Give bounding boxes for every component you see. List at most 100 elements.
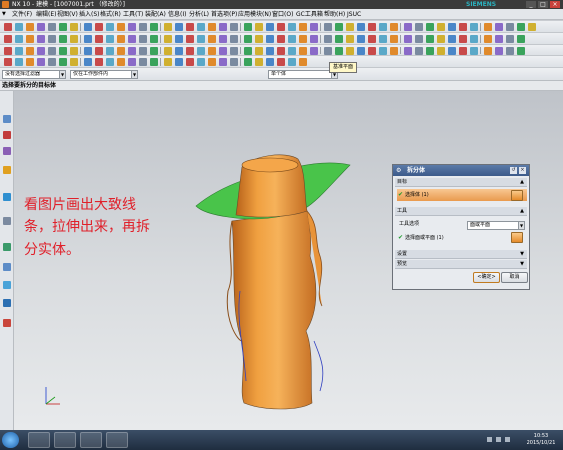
toolbar-tool-icon[interactable] <box>59 47 67 55</box>
toolbar-tool-icon[interactable] <box>95 58 103 66</box>
menu-tools[interactable]: 工具(T) <box>123 10 143 19</box>
toolbar-tool-icon[interactable] <box>357 35 365 43</box>
toolbar-tool-icon[interactable] <box>208 23 216 31</box>
toolbar-tool-icon[interactable] <box>175 23 183 31</box>
preview-section-header[interactable]: 预览 ▼ <box>395 260 527 269</box>
toolbar-tool-icon[interactable] <box>84 23 92 31</box>
toolbar-tool-icon[interactable] <box>437 23 445 31</box>
toolbar-tool-icon[interactable] <box>288 58 296 66</box>
toolbar-tool-icon[interactable] <box>506 47 514 55</box>
toolbar-tool-icon[interactable] <box>244 58 252 66</box>
toolbar-tool-icon[interactable] <box>117 58 125 66</box>
toolbar-tool-icon[interactable] <box>448 35 456 43</box>
toolbar-tool-icon[interactable] <box>288 23 296 31</box>
toolbar-tool-icon[interactable] <box>288 47 296 55</box>
solid-body-icon[interactable] <box>511 190 523 201</box>
toolbar-tool-icon[interactable] <box>197 35 205 43</box>
toolbar-tool-icon[interactable] <box>219 58 227 66</box>
toolbar-tool-icon[interactable] <box>495 35 503 43</box>
menu-arrow-icon[interactable]: ▼ <box>2 11 6 17</box>
toolbar-tool-icon[interactable] <box>310 35 318 43</box>
toolbar-tool-icon[interactable] <box>459 35 467 43</box>
palette-icon[interactable] <box>3 319 11 327</box>
toolbar-tool-icon[interactable] <box>106 35 114 43</box>
volume-icon[interactable] <box>496 437 501 442</box>
toolbar-tool-icon[interactable] <box>230 23 238 31</box>
toolbar-tool-icon[interactable] <box>346 23 354 31</box>
toolbar-tool-icon[interactable] <box>197 58 205 66</box>
toolbar-tool-icon[interactable] <box>117 47 125 55</box>
toolbar-tool-icon[interactable] <box>164 58 172 66</box>
toolbar-tool-icon[interactable] <box>186 47 194 55</box>
toolbar-tool-icon[interactable] <box>437 35 445 43</box>
toolbar-tool-icon[interactable] <box>15 23 23 31</box>
toolbar-tool-icon[interactable] <box>277 58 285 66</box>
toolbar-tool-icon[interactable] <box>404 35 412 43</box>
toolbar-tool-icon[interactable] <box>310 47 318 55</box>
dialog-title-bar[interactable]: ⚙ 拆分体 ↺ × <box>393 165 529 176</box>
toolbar-tool-icon[interactable] <box>164 23 172 31</box>
toolbar-tool-icon[interactable] <box>15 47 23 55</box>
toolbar-tool-icon[interactable] <box>48 47 56 55</box>
toolbar-tool-icon[interactable] <box>186 58 194 66</box>
toolbar-tool-icon[interactable] <box>150 35 158 43</box>
tool-select-row[interactable]: ✔ 选择面或平面 (1) <box>397 232 444 244</box>
toolbar-tool-icon[interactable] <box>175 58 183 66</box>
toolbar-tool-icon[interactable] <box>197 47 205 55</box>
toolbar-tool-icon[interactable] <box>48 23 56 31</box>
constraint-navigator-icon[interactable] <box>3 147 11 155</box>
toolbar-tool-icon[interactable] <box>197 23 205 31</box>
toolbar-tool-icon[interactable] <box>84 58 92 66</box>
toolbar-tool-icon[interactable] <box>484 47 492 55</box>
menu-assembly[interactable]: 装配(A) <box>145 10 166 19</box>
web-browser-icon[interactable] <box>3 193 11 201</box>
toolbar-tool-icon[interactable] <box>164 47 172 55</box>
toolbar-tool-icon[interactable] <box>390 23 398 31</box>
toolbar-tool-icon[interactable] <box>379 23 387 31</box>
toolbar-tool-icon[interactable] <box>528 23 536 31</box>
toolbar-tool-icon[interactable] <box>426 35 434 43</box>
menu-view[interactable]: 视图(V) <box>57 10 78 19</box>
network-icon[interactable] <box>487 437 492 442</box>
file-explorer-icon[interactable] <box>80 432 102 448</box>
toolbar-tool-icon[interactable] <box>368 23 376 31</box>
toolbar-tool-icon[interactable] <box>59 58 67 66</box>
toolbar-tool-icon[interactable] <box>368 47 376 55</box>
toolbar-tool-icon[interactable] <box>255 35 263 43</box>
toolbar-tool-icon[interactable] <box>26 58 34 66</box>
toolbar-tool-icon[interactable] <box>470 35 478 43</box>
toolbar-tool-icon[interactable] <box>37 35 45 43</box>
toolbar-tool-icon[interactable] <box>415 47 423 55</box>
menu-help[interactable]: 帮助(H) <box>324 10 345 19</box>
minimize-button[interactable]: _ <box>526 1 536 8</box>
toolbar-tool-icon[interactable] <box>139 47 147 55</box>
toolbar-tool-icon[interactable] <box>324 23 332 31</box>
menu-information[interactable]: 信息(I) <box>168 10 186 19</box>
toolbar-tool-icon[interactable] <box>266 58 274 66</box>
toolbar-tool-icon[interactable] <box>70 35 78 43</box>
toolbar-tool-icon[interactable] <box>470 23 478 31</box>
scope-select[interactable]: 仅在工作部件内 ▼ <box>70 70 138 79</box>
toolbar-tool-icon[interactable] <box>128 35 136 43</box>
face-plane-icon[interactable] <box>511 232 523 243</box>
toolbar-tool-icon[interactable] <box>459 23 467 31</box>
toolbar-tool-icon[interactable] <box>517 47 525 55</box>
reuse-library-icon[interactable] <box>3 166 11 174</box>
toolbar-tool-icon[interactable] <box>299 58 307 66</box>
menu-jsuc[interactable]: JSUC <box>347 10 361 19</box>
toolbar-tool-icon[interactable] <box>186 23 194 31</box>
toolbar-tool-icon[interactable] <box>95 35 103 43</box>
toolbar-tool-icon[interactable] <box>175 35 183 43</box>
toolbar-tool-icon[interactable] <box>415 35 423 43</box>
toolbar-tool-icon[interactable] <box>26 47 34 55</box>
ime-icon[interactable] <box>505 437 510 442</box>
toolbar-tool-icon[interactable] <box>164 35 172 43</box>
toolbar-tool-icon[interactable] <box>219 23 227 31</box>
toolbar-tool-icon[interactable] <box>128 58 136 66</box>
toolbar-tool-icon[interactable] <box>255 58 263 66</box>
toolbar-tool-icon[interactable] <box>37 23 45 31</box>
toolbar-tool-icon[interactable] <box>448 23 456 31</box>
toolbar-tool-icon[interactable] <box>335 35 343 43</box>
toolbar-tool-icon[interactable] <box>255 23 263 31</box>
toolbar-tool-icon[interactable] <box>404 23 412 31</box>
